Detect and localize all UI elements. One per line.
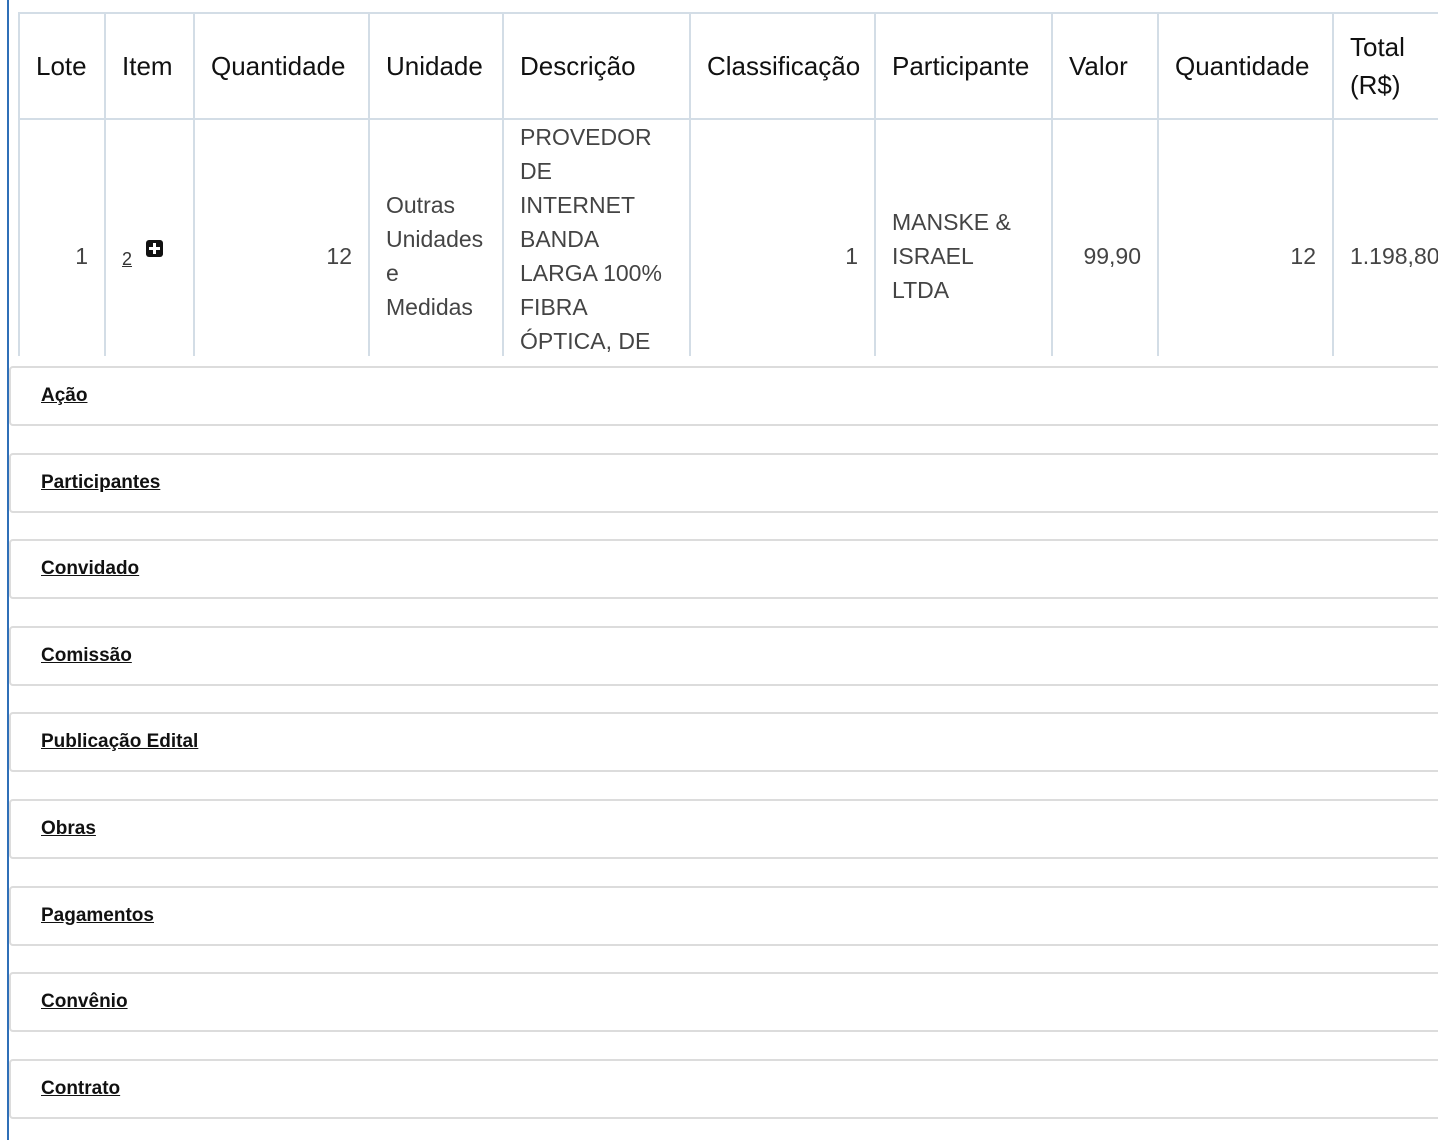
items-table: Lote Item Quantidade Unidade Descrição C… <box>18 12 1438 356</box>
table-header-row: Lote Item Quantidade Unidade Descrição C… <box>18 13 1438 120</box>
header-total-line1: Total <box>1350 32 1405 62</box>
header-valor: Valor <box>1051 13 1158 120</box>
plus-square-icon[interactable] <box>146 240 164 257</box>
cell-quantidade: 12 <box>193 119 369 356</box>
cell-lote: 1 <box>18 119 105 356</box>
header-item: Item <box>104 13 194 120</box>
table-row: 1 2 12 Outras Unidades e Medidas PROVEDO… <box>18 119 1438 356</box>
cell-item: 2 <box>104 119 194 356</box>
header-quantidade: Quantidade <box>193 13 369 120</box>
section-participantes-link[interactable]: Participantes <box>41 472 160 494</box>
section-obras: Obras <box>9 799 1438 859</box>
section-contrato: Contrato <box>9 1059 1438 1119</box>
cell-valor: 99,90 <box>1051 119 1158 356</box>
header-total-line2: (R$) <box>1350 70 1401 100</box>
cell-total: 1.198,80 <box>1332 119 1438 356</box>
cell-unidade: Outras Unidades e Medidas <box>368 119 503 356</box>
cell-participante: MANSKE & ISRAEL LTDA <box>874 119 1052 356</box>
section-acao-link[interactable]: Ação <box>41 385 87 407</box>
header-descricao: Descrição <box>502 13 690 120</box>
header-participante: Participante <box>874 13 1052 120</box>
cell-classificacao: 1 <box>689 119 875 356</box>
item-link[interactable]: 2 <box>122 249 132 269</box>
section-publicacao-edital-link[interactable]: Publicação Edital <box>41 731 198 753</box>
cell-quantidade-2: 12 <box>1157 119 1333 356</box>
section-participantes: Participantes <box>9 453 1438 513</box>
section-publicacao-edital: Publicação Edital <box>9 712 1438 772</box>
header-classificacao: Classificação <box>689 13 875 120</box>
section-pagamentos-link[interactable]: Pagamentos <box>41 905 154 927</box>
section-contrato-link[interactable]: Contrato <box>41 1078 120 1100</box>
items-table-container: Lote Item Quantidade Unidade Descrição C… <box>18 12 1438 356</box>
section-comissao: Comissão <box>9 626 1438 686</box>
section-acao: Ação <box>9 366 1438 426</box>
section-pagamentos: Pagamentos <box>9 886 1438 946</box>
header-unidade: Unidade <box>368 13 503 120</box>
cell-descricao: PROVEDOR DE INTERNET BANDA LARGA 100% FI… <box>502 119 690 356</box>
header-lote: Lote <box>18 13 105 120</box>
section-convenio: Convênio <box>9 972 1438 1032</box>
header-quantidade-2: Quantidade <box>1157 13 1333 120</box>
header-total: Total (R$) <box>1332 13 1438 120</box>
section-convenio-link[interactable]: Convênio <box>41 991 128 1013</box>
section-convidado-link[interactable]: Convidado <box>41 558 139 580</box>
section-obras-link[interactable]: Obras <box>41 818 96 840</box>
section-convidado: Convidado <box>9 539 1438 599</box>
section-comissao-link[interactable]: Comissão <box>41 645 132 667</box>
